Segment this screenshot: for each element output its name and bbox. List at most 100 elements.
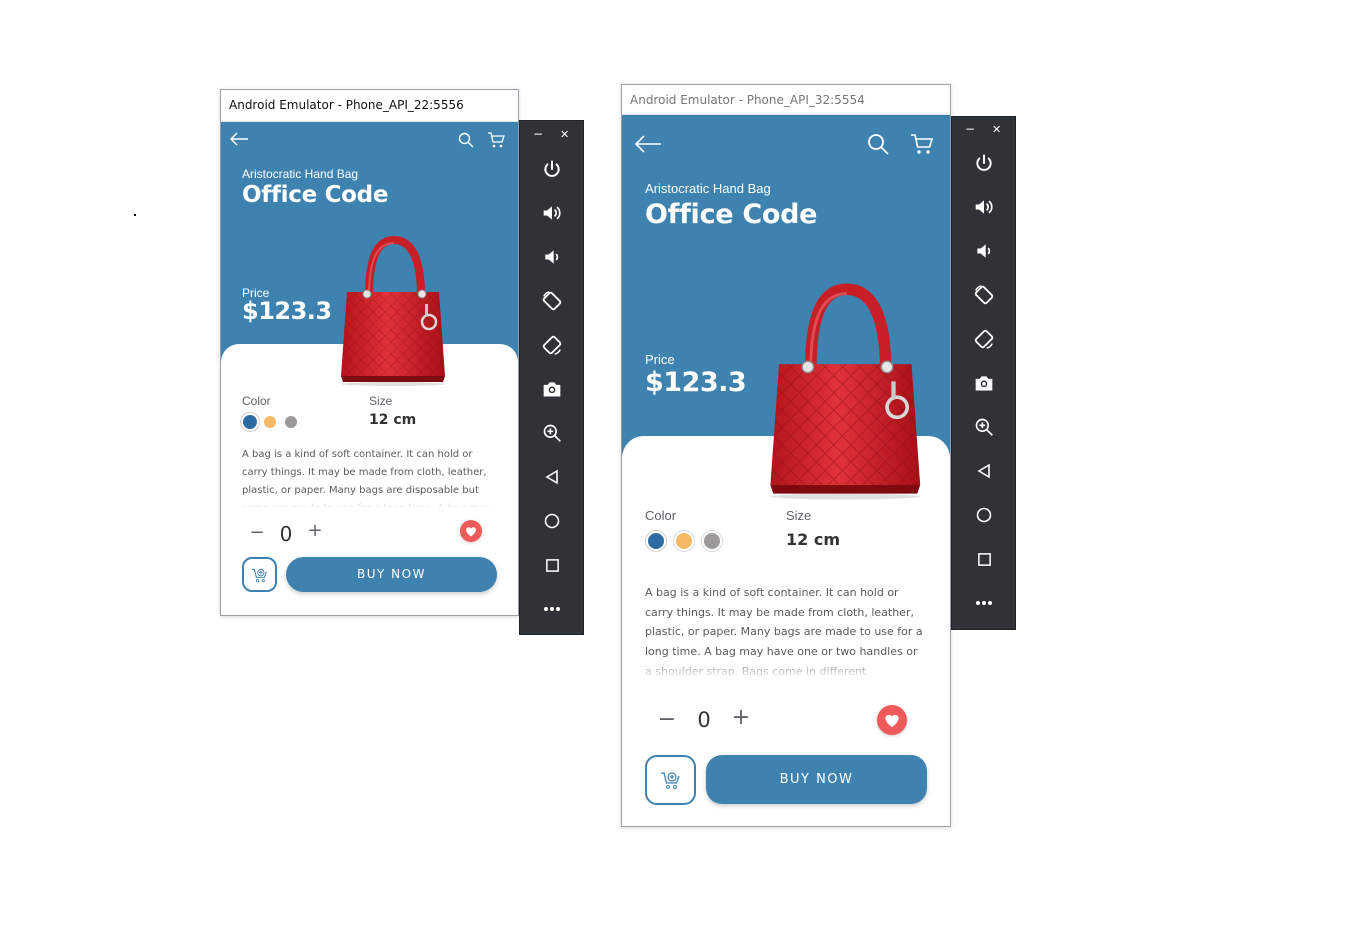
rotate-right-icon — [542, 335, 562, 355]
product-title: Office Code — [242, 182, 389, 208]
zoom-icon — [543, 424, 561, 442]
color-swatch-blue[interactable] — [243, 415, 257, 429]
overview-icon — [545, 558, 559, 572]
volume-up-button[interactable] — [972, 195, 996, 219]
rotate-right-button[interactable] — [972, 327, 996, 351]
screenshot-button[interactable] — [540, 377, 564, 401]
close-button[interactable]: ✕ — [992, 123, 1001, 136]
color-label: Color — [645, 508, 677, 523]
rotate-left-button[interactable] — [972, 283, 996, 307]
heart-icon — [885, 714, 899, 727]
cart-plus-icon — [251, 568, 267, 582]
volume-down-icon — [977, 244, 991, 258]
zoom-button[interactable] — [972, 415, 996, 439]
window-titlebar[interactable]: Android Emulator - Phone_API_32:5554 — [622, 85, 950, 115]
product-bag-image — [770, 283, 921, 500]
price-label: Price — [645, 352, 675, 367]
overview-button[interactable] — [972, 547, 996, 571]
add-to-cart-button[interactable] — [242, 557, 277, 592]
home-button[interactable] — [972, 503, 996, 527]
home-icon — [976, 507, 992, 523]
overview-icon — [977, 552, 991, 566]
more-icon — [544, 607, 560, 611]
volume-up-icon — [975, 200, 993, 214]
more-button[interactable] — [972, 591, 996, 615]
product-description: A bag is a kind of soft container. It ca… — [645, 583, 927, 679]
quantity-value: 0 — [697, 708, 711, 732]
search-icon[interactable] — [867, 133, 889, 155]
product-title: Office Code — [645, 199, 818, 230]
volume-up-button[interactable] — [540, 201, 564, 225]
zoom-icon — [975, 418, 993, 436]
volume-down-button[interactable] — [972, 239, 996, 263]
favorite-button[interactable] — [877, 705, 907, 735]
power-button[interactable] — [972, 151, 996, 175]
price-value: $123.3 — [645, 367, 747, 398]
cart-icon[interactable] — [910, 133, 934, 155]
quantity-minus-button[interactable]: − — [655, 707, 679, 732]
home-icon — [544, 513, 560, 529]
minimize-button[interactable]: − — [533, 127, 543, 141]
minimize-button[interactable]: − — [965, 122, 975, 136]
size-value: 12 cm — [786, 530, 840, 549]
color-swatch-blue[interactable] — [648, 533, 664, 549]
window-title: Android Emulator - Phone_API_32:5554 — [630, 93, 865, 107]
window-title: Android Emulator - Phone_API_22:5556 — [229, 98, 464, 112]
power-icon — [544, 160, 560, 177]
volume-down-icon — [545, 250, 559, 264]
product-bag-image — [341, 235, 445, 386]
size-label: Size — [786, 508, 812, 523]
description-fade — [242, 492, 498, 508]
volume-down-button[interactable] — [540, 245, 564, 269]
rotate-right-icon — [974, 329, 994, 349]
search-icon[interactable] — [458, 132, 474, 148]
color-swatch-grey[interactable] — [704, 533, 720, 549]
back-arrow-icon[interactable] — [229, 131, 249, 147]
back-button[interactable] — [540, 465, 564, 489]
rotate-right-button[interactable] — [540, 333, 564, 357]
emulator-toolbar: − ✕ — [951, 116, 1016, 630]
quantity-minus-button[interactable]: − — [247, 522, 267, 543]
app-screen: Aristocratic Hand Bag Office Code Price … — [622, 115, 950, 826]
screenshot-button[interactable] — [972, 371, 996, 395]
product-subtitle: Aristocratic Hand Bag — [242, 167, 359, 181]
add-to-cart-button[interactable] — [645, 755, 696, 805]
back-button[interactable] — [972, 459, 996, 483]
camera-icon — [975, 376, 993, 391]
quantity-plus-button[interactable]: + — [729, 705, 753, 730]
color-swatch-grey[interactable] — [285, 416, 297, 428]
power-button[interactable] — [540, 157, 564, 181]
stray-dot — [134, 214, 136, 216]
heart-icon — [466, 526, 476, 536]
buy-now-button[interactable]: BUY NOW — [286, 557, 497, 592]
back-icon — [545, 469, 558, 485]
zoom-button[interactable] — [540, 421, 564, 445]
cart-plus-icon — [660, 772, 680, 789]
color-swatch-orange[interactable] — [676, 533, 692, 549]
emulator-window: Android Emulator - Phone_API_22:5556 Ari… — [220, 89, 519, 616]
quantity-plus-button[interactable]: + — [305, 520, 325, 541]
back-icon — [977, 463, 990, 479]
rotate-left-icon — [542, 291, 562, 311]
rotate-left-button[interactable] — [540, 289, 564, 313]
emulator-window: Android Emulator - Phone_API_32:5554 Ari… — [621, 84, 951, 827]
description-fade — [645, 657, 927, 679]
quantity-value: 0 — [279, 522, 293, 546]
close-button[interactable]: ✕ — [560, 128, 569, 141]
color-label: Color — [242, 394, 271, 408]
color-swatch-orange[interactable] — [264, 416, 276, 428]
product-subtitle: Aristocratic Hand Bag — [645, 181, 771, 196]
cart-icon[interactable] — [487, 132, 505, 148]
rotate-left-icon — [974, 285, 994, 305]
back-arrow-icon[interactable] — [634, 135, 662, 153]
more-button[interactable] — [540, 597, 564, 621]
favorite-button[interactable] — [460, 520, 482, 542]
overview-button[interactable] — [540, 553, 564, 577]
camera-icon — [543, 382, 561, 397]
home-button[interactable] — [540, 509, 564, 533]
power-icon — [976, 154, 992, 171]
app-screen: Aristocratic Hand Bag Office Code Price … — [221, 122, 518, 615]
emulator-toolbar: − ✕ — [519, 120, 584, 635]
buy-now-button[interactable]: BUY NOW — [706, 755, 927, 804]
window-titlebar[interactable]: Android Emulator - Phone_API_22:5556 — [221, 90, 518, 122]
